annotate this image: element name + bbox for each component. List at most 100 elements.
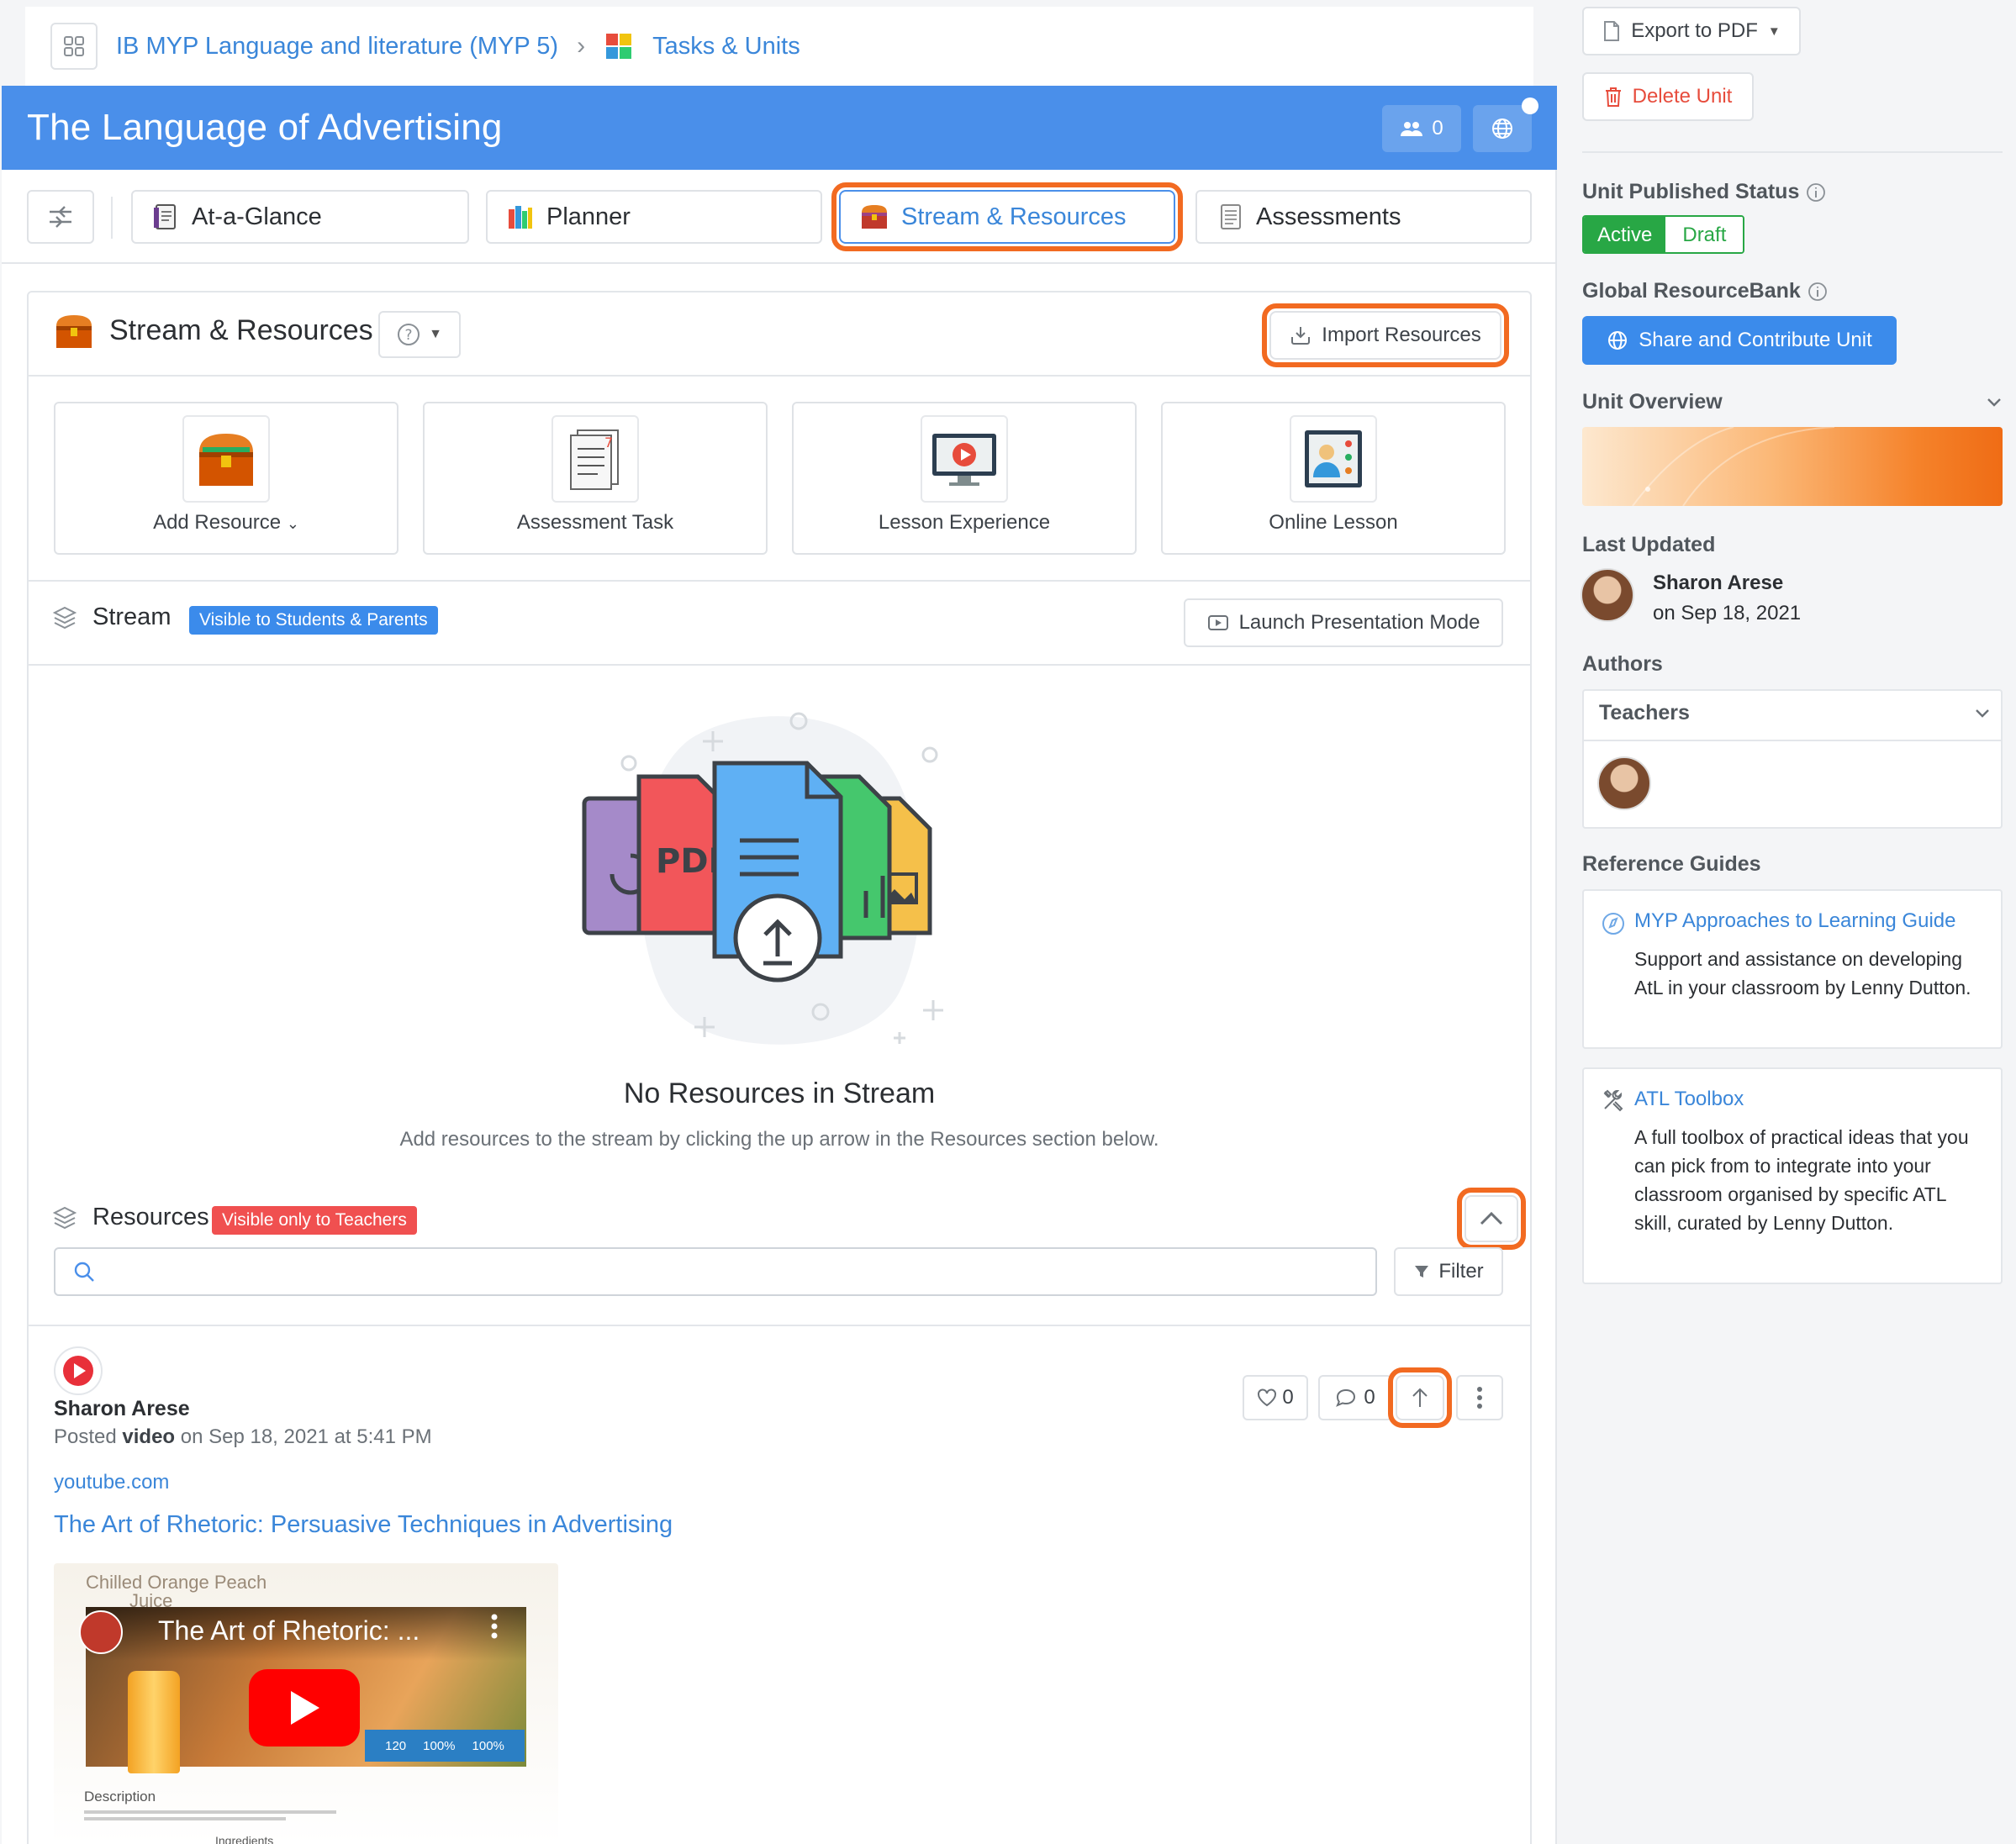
chevron-right-icon: › [577, 32, 586, 60]
nutrition-strip: 120 100% 100% [365, 1730, 525, 1762]
stream-resources-heading: Stream & Resources [109, 314, 373, 346]
heart-icon [1258, 1388, 1277, 1407]
app-grid-icon[interactable] [50, 23, 98, 70]
status-active-option[interactable]: Active [1584, 217, 1666, 252]
empty-stream-title: No Resources in Stream [623, 1077, 936, 1109]
caret-down-icon: ▼ [1767, 24, 1781, 39]
filter-button[interactable]: Filter [1394, 1247, 1503, 1296]
guide-title-link[interactable]: MYP Approaches to Learning Guide [1634, 909, 1955, 933]
tab-stream-resources[interactable]: Stream & Resources [831, 182, 1183, 251]
members-button[interactable]: 0 [1382, 105, 1461, 152]
treasure-chest-icon [54, 311, 94, 351]
chevron-down-icon [1987, 398, 2001, 407]
thumbnail-description-label: Description [84, 1789, 156, 1804]
guide-title-link[interactable]: ATL Toolbox [1634, 1088, 1744, 1111]
thumbnail-ingredients-label: Ingredients [215, 1834, 274, 1844]
comment-count: 0 [1364, 1386, 1375, 1409]
add-resource-card[interactable]: Add Resource ⌄ [54, 402, 398, 555]
resources-heading: Resources [92, 1204, 209, 1230]
help-dropdown-button[interactable]: ? ▼ [378, 311, 461, 358]
video-monitor-icon [921, 415, 1008, 503]
channel-avatar [79, 1610, 123, 1654]
help-icon: ? [398, 324, 420, 345]
collapse-sidebar-button[interactable] [27, 190, 94, 244]
search-icon [74, 1262, 94, 1282]
delete-unit-label: Delete Unit [1632, 85, 1733, 108]
document-list-icon [1221, 204, 1241, 229]
more-options-button[interactable] [1456, 1375, 1503, 1420]
assessment-task-card[interactable]: 7 Assessment Task [423, 402, 768, 555]
member-count: 0 [1432, 117, 1443, 140]
import-resources-button[interactable]: Import Resources [1262, 303, 1509, 367]
tab-planner[interactable]: Planner [486, 190, 822, 244]
divider [29, 1325, 1530, 1326]
svg-text:7: 7 [604, 435, 613, 450]
published-status-heading: Unit Published Status [1582, 180, 1826, 204]
resources-search-input[interactable] [54, 1247, 1377, 1296]
treasure-chest-icon [182, 415, 270, 503]
globe-icon [1492, 119, 1512, 139]
launch-presentation-button[interactable]: Launch Presentation Mode [1184, 598, 1503, 647]
pdf-file-icon [1604, 21, 1620, 41]
reference-guides-heading: Reference Guides [1582, 852, 1761, 876]
juice-bottle-graphic [128, 1671, 180, 1773]
comment-button[interactable]: 0 [1318, 1375, 1392, 1420]
status-toggle[interactable]: Active Draft [1582, 215, 1745, 254]
arrow-up-icon [1412, 1388, 1428, 1407]
thumbnail-video-title: The Art of Rhetoric: ... [158, 1615, 420, 1646]
chevron-down-icon [1976, 709, 1989, 718]
breadcrumb-course-link[interactable]: IB MYP Language and literature (MYP 5) [116, 33, 558, 61]
quick-action-label: Online Lesson [1269, 511, 1398, 534]
tab-assessments[interactable]: Assessments [1195, 190, 1532, 244]
divider [1584, 740, 2001, 741]
unit-overview-label: Unit Overview [1582, 390, 1723, 414]
share-contribute-button[interactable]: Share and Contribute Unit [1582, 316, 1897, 365]
banner-pattern [1632, 427, 1835, 506]
authors-heading: Authors [1582, 652, 1663, 676]
books-icon [509, 206, 532, 229]
authors-group-toggle[interactable]: Teachers [1599, 701, 1991, 725]
status-draft-option[interactable]: Draft [1665, 217, 1744, 252]
compass-icon [1601, 911, 1626, 936]
export-pdf-button[interactable]: Export to PDF ▼ [1582, 7, 1801, 55]
tab-label: At-a-Glance [192, 203, 322, 230]
post-domain-link[interactable]: youtube.com [54, 1471, 169, 1494]
svg-text:?: ? [405, 327, 413, 344]
youtube-play-icon[interactable] [249, 1669, 360, 1747]
info-icon [1808, 282, 1827, 301]
resources-visibility-badge: Visible only to Teachers [212, 1206, 417, 1235]
tab-label: Assessments [1256, 203, 1401, 230]
nutrition-stat: 120 [385, 1738, 407, 1753]
nutrition-stat: 100% [472, 1738, 504, 1753]
online-lesson-card[interactable]: Online Lesson [1161, 402, 1506, 555]
sidebar-divider [1582, 151, 2003, 153]
like-count: 0 [1282, 1386, 1294, 1409]
unit-overview-banner [1582, 427, 2003, 506]
puzzle-icon [604, 31, 634, 61]
last-updated-heading: Last Updated [1582, 533, 1716, 556]
breadcrumb-tasks-link[interactable]: Tasks & Units [652, 33, 800, 61]
share-contribute-label: Share and Contribute Unit [1639, 329, 1872, 351]
collapse-resources-button[interactable] [1457, 1188, 1526, 1250]
move-to-stream-button[interactable] [1388, 1367, 1452, 1428]
tab-at-a-glance[interactable]: At-a-Glance [131, 190, 469, 244]
layers-icon [52, 605, 77, 630]
post-meta: Posted video on Sep 18, 2021 at 5:41 PM [54, 1425, 432, 1448]
like-button[interactable]: 0 [1243, 1375, 1308, 1420]
lesson-experience-card[interactable]: Lesson Experience [792, 402, 1137, 555]
divider [29, 375, 1530, 377]
authors-group-label: Teachers [1599, 701, 1690, 724]
thumbnail-text-line [84, 1817, 286, 1820]
global-visibility-button[interactable] [1473, 105, 1532, 152]
video-call-icon [1290, 415, 1377, 503]
guide-description: Support and assistance on developing AtL… [1634, 948, 1971, 998]
video-thumbnail[interactable]: Chilled Orange Peach Juice The Art of Rh… [54, 1563, 558, 1844]
unit-overview-header[interactable]: Unit Overview [1582, 390, 2003, 414]
post-title-link[interactable]: The Art of Rhetoric: Persuasive Techniqu… [54, 1511, 673, 1539]
divider [29, 580, 1530, 582]
delete-unit-button[interactable]: Delete Unit [1582, 72, 1754, 121]
comment-icon [1336, 1388, 1356, 1407]
avatar[interactable] [1597, 756, 1651, 810]
tools-icon [1601, 1088, 1626, 1113]
thumbnail-product-text: Chilled Orange Peach [86, 1572, 267, 1593]
